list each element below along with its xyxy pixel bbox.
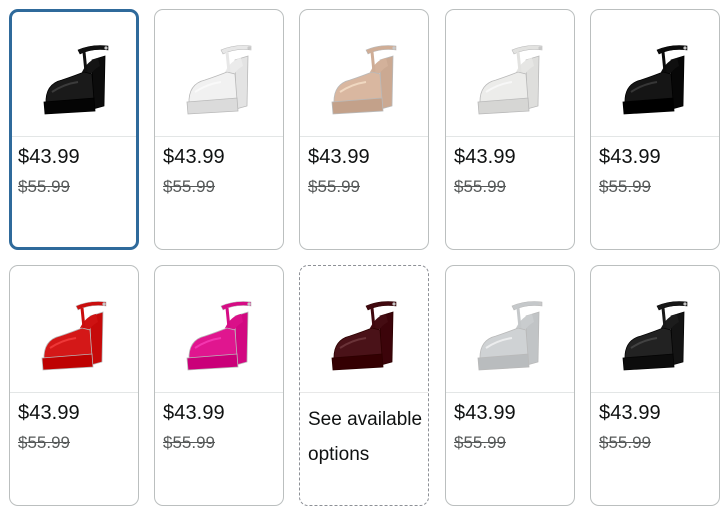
- product-image: [300, 266, 428, 392]
- see-available-options-link[interactable]: See available options: [308, 402, 423, 472]
- shoe-image: [331, 301, 397, 371]
- divider: [155, 392, 283, 393]
- price: $43.99: [599, 402, 661, 424]
- shoe-image: [477, 301, 543, 371]
- variant-tile-white[interactable]: $43.99 $55.99: [154, 9, 284, 250]
- shoe-image: [43, 45, 109, 115]
- variant-tile-white-satin[interactable]: $43.99 $55.99: [445, 9, 575, 250]
- divider: [446, 136, 574, 137]
- product-image: [446, 10, 574, 136]
- variant-tile-black-patent[interactable]: $43.99 $55.99: [590, 9, 720, 250]
- shoe-image: [41, 301, 107, 371]
- price: $43.99: [454, 402, 516, 424]
- price: $43.99: [454, 146, 516, 168]
- list-price: $55.99: [163, 433, 215, 452]
- price: $43.99: [308, 146, 370, 168]
- price: $43.99: [599, 146, 661, 168]
- shoe-image: [622, 301, 688, 371]
- product-image: [10, 266, 138, 392]
- divider: [10, 392, 138, 393]
- price: $43.99: [18, 146, 80, 168]
- divider: [155, 136, 283, 137]
- divider: [300, 136, 428, 137]
- product-image: [155, 266, 283, 392]
- list-price: $55.99: [308, 177, 360, 196]
- price: $43.99: [163, 146, 225, 168]
- shoe-image: [477, 45, 543, 115]
- variant-tile-burgundy[interactable]: See available options: [299, 265, 429, 506]
- variant-tile-red[interactable]: $43.99 $55.99: [9, 265, 139, 506]
- divider: [12, 136, 136, 137]
- shoe-image: [186, 301, 252, 371]
- variant-tile-black[interactable]: $43.99 $55.99: [9, 9, 139, 250]
- list-price: $55.99: [163, 177, 215, 196]
- list-price: $55.99: [454, 177, 506, 196]
- divider: [446, 392, 574, 393]
- divider: [591, 392, 719, 393]
- variant-tile-hot-pink[interactable]: $43.99 $55.99: [154, 265, 284, 506]
- divider: [300, 392, 428, 393]
- list-price: $55.99: [599, 433, 651, 452]
- product-image: [446, 266, 574, 392]
- shoe-image: [331, 45, 397, 115]
- variant-tile-silver[interactable]: $43.99 $55.99: [445, 265, 575, 506]
- product-image: [591, 266, 719, 392]
- product-image: [12, 12, 136, 136]
- list-price: $55.99: [18, 177, 70, 196]
- shoe-image: [186, 45, 252, 115]
- list-price: $55.99: [599, 177, 651, 196]
- variant-tile-black-sequin[interactable]: $43.99 $55.99: [590, 265, 720, 506]
- product-image: [300, 10, 428, 136]
- product-image: [155, 10, 283, 136]
- list-price: $55.99: [18, 433, 70, 452]
- shoe-image: [622, 45, 688, 115]
- divider: [591, 136, 719, 137]
- product-image: [591, 10, 719, 136]
- list-price: $55.99: [454, 433, 506, 452]
- price: $43.99: [163, 402, 225, 424]
- variant-tile-nude[interactable]: $43.99 $55.99: [299, 9, 429, 250]
- price: $43.99: [18, 402, 80, 424]
